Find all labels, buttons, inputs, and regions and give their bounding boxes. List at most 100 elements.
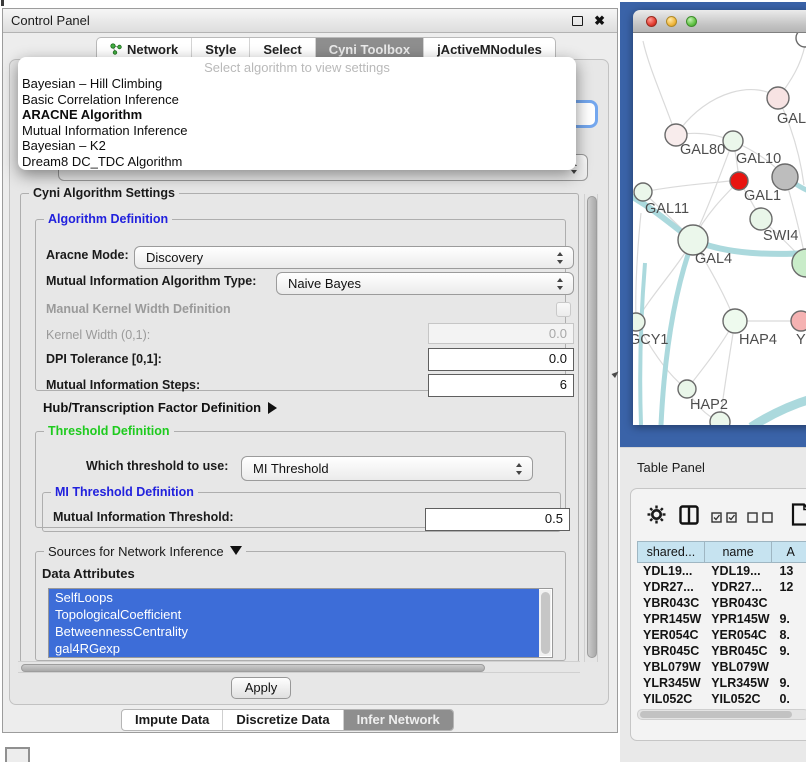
node-top-partial[interactable] (796, 33, 806, 47)
table-cell[interactable]: YBR045C (705, 643, 773, 659)
select-all-columns-icon[interactable] (711, 512, 738, 523)
table-cell[interactable]: YBR043C (705, 595, 773, 611)
vertical-scrollbar-thumb[interactable] (587, 196, 597, 658)
node-pink-right[interactable] (791, 311, 806, 331)
horizontal-scrollbar-thumb[interactable] (21, 664, 485, 672)
deselect-all-columns-icon[interactable] (747, 512, 774, 523)
sources-toggle[interactable]: Sources for Network Inference (44, 544, 246, 559)
minimized-panel-icon[interactable] (5, 747, 30, 762)
column-header[interactable]: name (705, 541, 773, 563)
node-gray[interactable] (772, 164, 798, 190)
table-cell[interactable]: YBL079W (637, 659, 705, 675)
table-row[interactable]: YDL19...YDL19...13 (637, 563, 806, 579)
table-cell[interactable]: YBL079W (705, 659, 773, 675)
table-cell[interactable]: YLR345W (637, 675, 705, 691)
table-cell[interactable]: YPR145W (705, 611, 773, 627)
table-row[interactable]: YBR045CYBR045C9. (637, 643, 806, 659)
apply-button[interactable]: Apply (231, 677, 291, 699)
table-cell[interactable]: 9. (773, 675, 806, 691)
gear-icon[interactable] (647, 505, 666, 524)
table-row[interactable]: YBR043CYBR043C (637, 595, 806, 611)
table-row[interactable]: YDR27...YDR27...12 (637, 579, 806, 595)
algorithm-option[interactable]: Bayesian – Hill Climbing (18, 76, 576, 92)
node-gal7[interactable] (767, 87, 789, 109)
table-cell[interactable]: YDL19... (705, 563, 773, 579)
table-scrollbar-thumb[interactable] (640, 711, 792, 718)
algorithm-option[interactable]: Basic Correlation Inference (18, 92, 576, 108)
which-threshold-combo[interactable]: MI Threshold (241, 456, 533, 481)
tab-discretize-data[interactable]: Discretize Data (223, 710, 343, 730)
mi-steps-field[interactable]: 6 (428, 374, 574, 397)
dpi-tolerance-field[interactable]: 0.0 (428, 348, 574, 371)
table-cell[interactable] (773, 595, 806, 611)
zoom-traffic-light[interactable] (686, 16, 697, 27)
table-cell[interactable]: YBR043C (637, 595, 705, 611)
table-row[interactable]: YER054CYER054C8. (637, 627, 806, 643)
column-view-icon[interactable] (679, 505, 699, 525)
table-cell[interactable] (773, 659, 806, 675)
settings-horizontal-scrollbar (18, 661, 580, 673)
tab-impute-data[interactable]: Impute Data (122, 710, 223, 730)
table-row[interactable]: YLR345WYLR345W9. (637, 675, 806, 691)
network-canvas[interactable]: GAL7GAL80GAL10GAL1GAL11SWI4GAL4GCY1HAP4Y… (633, 33, 806, 425)
new-table-icon[interactable] (791, 503, 806, 526)
network-edge[interactable] (643, 181, 730, 192)
table-cell[interactable]: YDR27... (637, 579, 705, 595)
hub-definition-toggle[interactable]: Hub/Transcription Factor Definition (43, 400, 277, 415)
table-cell[interactable]: YER054C (705, 627, 773, 643)
node-left-small[interactable] (634, 183, 652, 201)
mi-steps-label: Mutual Information Steps: (46, 378, 200, 392)
table-cell[interactable]: 9. (773, 643, 806, 659)
node-gal10[interactable] (723, 131, 743, 151)
table-cell[interactable]: YLR345W (705, 675, 773, 691)
table-row[interactable]: YBL079WYBL079W (637, 659, 806, 675)
list-scrollbar-thumb[interactable] (541, 592, 550, 654)
tab-infer-network[interactable]: Infer Network (344, 710, 453, 730)
table-cell[interactable]: YBR045C (637, 643, 705, 659)
manual-kernel-checkbox[interactable] (556, 302, 571, 317)
table-cell[interactable]: YIL052C (637, 691, 705, 707)
network-edge-highlighted[interactable] (751, 399, 806, 425)
list-item[interactable]: gal4RGexp (49, 640, 539, 657)
node-hap2[interactable] (678, 380, 696, 398)
table-cell[interactable]: 13 (773, 563, 806, 579)
table-cell[interactable]: 8. (773, 627, 806, 643)
table-row[interactable]: YIL052CYIL052C0. (637, 691, 806, 707)
algorithm-option-selected[interactable]: ARACNE Algorithm (18, 107, 576, 123)
algorithm-option[interactable]: Dream8 DC_TDC Algorithm (18, 154, 576, 170)
minimize-traffic-light[interactable] (666, 16, 677, 27)
list-item[interactable]: SelfLoops (49, 589, 539, 606)
list-item[interactable]: TopologicalCoefficient (49, 606, 539, 623)
node-gcy1[interactable] (633, 313, 645, 331)
mi-threshold-field[interactable]: 0.5 (425, 508, 570, 531)
node-bottom[interactable] (710, 412, 730, 425)
algorithm-definition-group: Algorithm Definition Aracne Mode: Discov… (35, 219, 566, 391)
table-cell[interactable]: 12 (773, 579, 806, 595)
table-cell[interactable]: YDL19... (637, 563, 705, 579)
table-cell[interactable]: YPR145W (637, 611, 705, 627)
cyni-bottom-tabs: Impute Data Discretize Data Infer Networ… (121, 709, 454, 731)
table-cell[interactable]: YDR27... (705, 579, 773, 595)
aracne-mode-combo[interactable]: Discovery (134, 246, 574, 269)
column-header[interactable]: shared... (637, 541, 705, 563)
network-edge[interactable] (643, 41, 676, 135)
table-cell[interactable]: YIL052C (705, 691, 773, 707)
network-edge[interactable] (676, 90, 778, 135)
list-item[interactable]: BetweennessCentrality (49, 623, 539, 640)
column-header[interactable]: A (772, 541, 806, 563)
kernel-width-field[interactable]: 0.0 (428, 323, 574, 344)
aracne-mode-label: Aracne Mode: (46, 248, 129, 262)
node-swi4[interactable] (750, 208, 772, 230)
algorithm-option[interactable]: Mutual Information Inference (18, 123, 576, 139)
table-header-row: shared... name A (637, 541, 806, 563)
node-hap4[interactable] (723, 309, 747, 333)
table-cell[interactable]: 9. (773, 611, 806, 627)
mi-type-combo[interactable]: Naive Bayes (276, 272, 574, 295)
close-icon[interactable]: ✖ (594, 12, 605, 30)
table-row[interactable]: YPR145WYPR145W9. (637, 611, 806, 627)
algorithm-option[interactable]: Bayesian – K2 (18, 138, 576, 154)
table-cell[interactable]: YER054C (637, 627, 705, 643)
close-traffic-light[interactable] (646, 16, 657, 27)
float-window-icon[interactable] (572, 16, 583, 26)
table-cell[interactable]: 0. (773, 691, 806, 707)
